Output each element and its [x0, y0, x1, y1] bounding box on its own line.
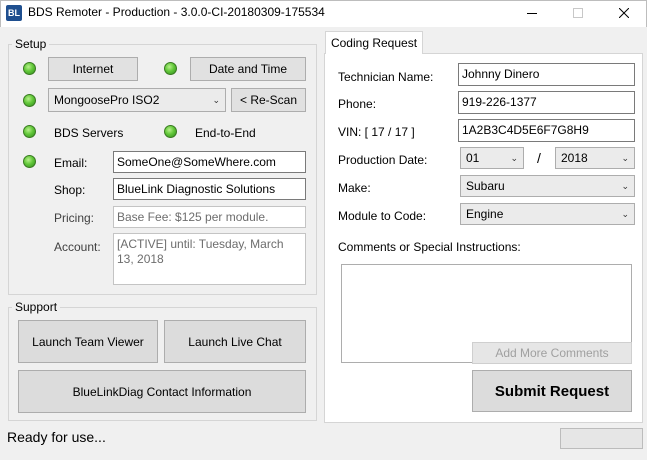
- chevron-down-icon: ⌄: [621, 208, 629, 219]
- email-status-led: [23, 155, 36, 168]
- shop-field[interactable]: BlueLink Diagnostic Solutions: [113, 178, 306, 200]
- chevron-down-icon: ⌄: [621, 152, 629, 163]
- account-field: [ACTIVE] until: Tuesday, March 13, 2018: [113, 233, 306, 285]
- make-label: Make:: [338, 181, 371, 195]
- end-to-end-label: End-to-End: [195, 126, 256, 140]
- rescan-button[interactable]: < Re-Scan: [231, 88, 306, 112]
- phone-label: Phone:: [338, 97, 377, 111]
- month-select-value: 01: [466, 151, 480, 165]
- email-label: Email:: [54, 156, 88, 170]
- device-status-led: [23, 94, 36, 107]
- module-select[interactable]: Engine ⌄: [460, 203, 635, 225]
- comments-label: Comments or Special Instructions:: [338, 240, 521, 254]
- date-separator: /: [537, 150, 541, 166]
- technician-label: Technician Name:: [338, 70, 434, 84]
- date-time-button[interactable]: Date and Time: [190, 57, 306, 81]
- bds-servers-label: BDS Servers: [54, 126, 124, 140]
- phone-field[interactable]: 919-226-1377: [458, 91, 635, 114]
- internet-button[interactable]: Internet: [48, 57, 138, 81]
- maximize-button[interactable]: [555, 0, 601, 26]
- account-label: Account:: [54, 240, 101, 254]
- pricing-field: Base Fee: $125 per module.: [113, 206, 306, 228]
- email-field[interactable]: SomeOne@SomeWhere.com: [113, 151, 306, 173]
- internet-status-led: [23, 62, 36, 75]
- device-select-value: MongoosePro ISO2: [54, 93, 160, 107]
- end-to-end-status-led: [164, 125, 177, 138]
- add-more-comments-button[interactable]: Add More Comments: [472, 342, 632, 364]
- support-group-label: Support: [12, 300, 61, 314]
- submit-request-button[interactable]: Submit Request: [472, 370, 632, 412]
- production-date-label: Production Date:: [338, 153, 428, 167]
- datetime-status-led: [164, 62, 177, 75]
- launch-live-chat-button[interactable]: Launch Live Chat: [164, 320, 306, 363]
- shop-label: Shop:: [54, 183, 86, 197]
- module-label: Module to Code:: [338, 209, 427, 223]
- setup-group-label: Setup: [12, 37, 50, 51]
- month-select[interactable]: 01 ⌄: [460, 147, 524, 169]
- chevron-down-icon: ⌄: [621, 180, 629, 191]
- contact-information-button[interactable]: BlueLinkDiag Contact Information: [18, 370, 306, 413]
- close-button[interactable]: [601, 0, 647, 26]
- bds-servers-status-led: [23, 125, 36, 138]
- vin-label: VIN: [ 17 / 17 ]: [338, 125, 415, 139]
- window-title: BDS Remoter - Production - 3.0.0-CI-2018…: [28, 5, 325, 19]
- app-logo-icon: BL: [6, 5, 22, 21]
- tab-coding-request[interactable]: Coding Request: [325, 31, 423, 54]
- chevron-down-icon: ⌄: [212, 94, 220, 105]
- maximize-icon: [573, 8, 583, 18]
- make-select-value: Subaru: [466, 179, 505, 193]
- minimize-button[interactable]: [509, 0, 555, 26]
- device-select[interactable]: MongoosePro ISO2 ⌄: [48, 88, 226, 112]
- technician-name-field[interactable]: Johnny Dinero: [458, 63, 635, 86]
- chevron-down-icon: ⌄: [510, 152, 518, 163]
- make-select[interactable]: Subaru ⌄: [460, 175, 635, 197]
- close-icon: [619, 8, 629, 18]
- status-progress-bar: [560, 428, 643, 449]
- launch-team-viewer-button[interactable]: Launch Team Viewer: [18, 320, 158, 363]
- pricing-label: Pricing:: [54, 211, 95, 225]
- year-select-value: 2018: [561, 151, 588, 165]
- vin-field[interactable]: 1A2B3C4D5E6F7G8H9: [458, 119, 635, 142]
- module-select-value: Engine: [466, 207, 504, 221]
- status-text: Ready for use...: [7, 429, 106, 445]
- minimize-icon: [527, 13, 537, 14]
- year-select[interactable]: 2018 ⌄: [555, 147, 635, 169]
